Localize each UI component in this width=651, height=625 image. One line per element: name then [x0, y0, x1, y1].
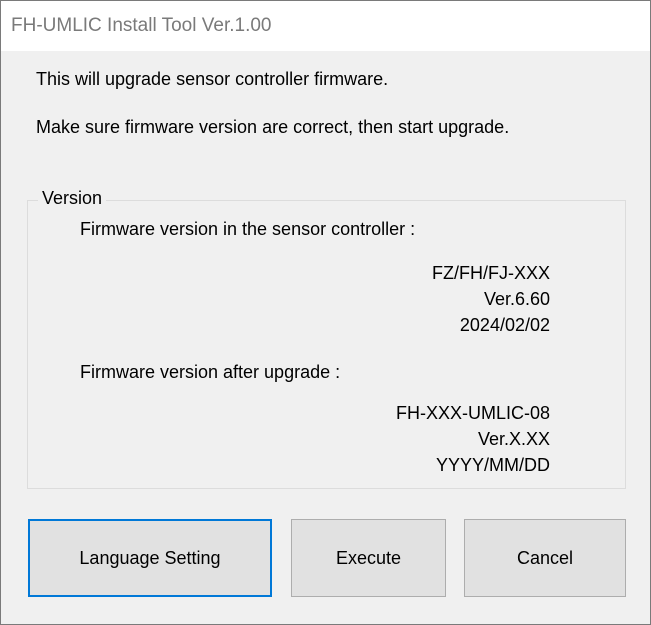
after-upgrade-firmware-date: YYYY/MM/DD [435, 455, 550, 475]
window-title: FH-UMLIC Install Tool Ver.1.00 [11, 15, 272, 36]
current-firmware-label: Firmware version in the sensor controlle… [80, 219, 416, 239]
current-firmware-model: FZ/FH/FJ-XXX [432, 263, 550, 283]
version-group-label: Version [38, 188, 107, 209]
intro-text-confirm: Make sure firmware version are correct, … [36, 117, 510, 137]
after-upgrade-firmware-version: Ver.X.XX [477, 429, 550, 449]
language-setting-button[interactable]: Language Setting [28, 519, 272, 597]
execute-button[interactable]: Execute [291, 519, 446, 597]
current-firmware-date: 2024/02/02 [459, 315, 550, 335]
intro-text-upgrade: This will upgrade sensor controller firm… [36, 69, 389, 89]
current-firmware-version: Ver.6.60 [483, 289, 550, 309]
install-tool-dialog: FH-UMLIC Install Tool Ver.1.00 This will… [0, 0, 651, 625]
after-upgrade-firmware-label: Firmware version after upgrade : [80, 362, 341, 382]
title-bar[interactable]: FH-UMLIC Install Tool Ver.1.00 [1, 1, 650, 51]
after-upgrade-firmware-model: FH-XXX-UMLIC-08 [395, 403, 550, 423]
cancel-button[interactable]: Cancel [464, 519, 626, 597]
